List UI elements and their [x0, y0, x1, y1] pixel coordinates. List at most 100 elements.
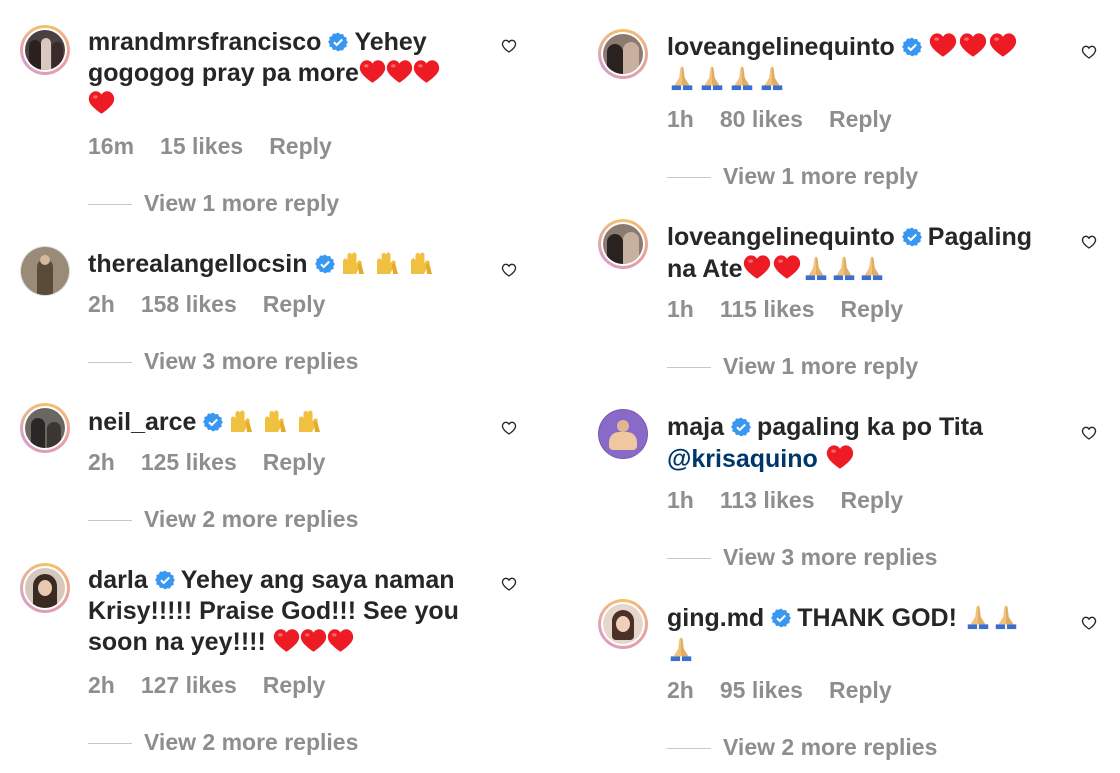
reply-button[interactable]: Reply — [829, 677, 892, 703]
like-heart-icon[interactable] — [501, 38, 517, 54]
view-replies-link[interactable]: View 1 more reply — [88, 190, 339, 217]
verified-badge-icon — [731, 417, 751, 437]
like-heart-icon[interactable] — [501, 576, 517, 592]
replies-divider — [88, 204, 132, 206]
comment-time: 2h — [667, 677, 694, 703]
comment-likes[interactable]: 80 likes — [720, 106, 803, 132]
reply-button[interactable]: Reply — [269, 133, 332, 159]
praying-hands-emoji — [697, 63, 727, 91]
comment-body: pagaling ka po Tita — [756, 413, 983, 441]
comment-username[interactable]: therealangellocsin — [88, 250, 308, 278]
verified-badge-icon — [328, 32, 348, 52]
reply-button[interactable]: Reply — [263, 291, 326, 317]
avatar[interactable] — [20, 563, 70, 613]
view-replies-label: View 1 more reply — [723, 163, 919, 189]
verified-badge-icon — [155, 570, 175, 590]
red-heart-emoji — [742, 253, 772, 281]
comment-time: 2h — [88, 449, 115, 475]
replies-divider — [667, 177, 711, 179]
comment-meta: 2h 158 likes Reply — [88, 291, 351, 318]
comment-likes[interactable]: 127 likes — [141, 672, 237, 698]
avatar[interactable] — [598, 409, 648, 459]
praying-hands-emoji — [964, 602, 992, 630]
comment-username[interactable]: mrandmrsfrancisco — [88, 28, 321, 56]
comment-time: 2h — [88, 672, 115, 698]
raising-hands-emoji — [263, 410, 297, 434]
red-heart-emoji — [988, 31, 1018, 59]
avatar[interactable] — [598, 29, 648, 79]
view-replies-label: View 1 more reply — [144, 190, 340, 216]
reply-button[interactable]: Reply — [829, 106, 892, 132]
reply-button[interactable]: Reply — [841, 487, 904, 513]
view-replies-link[interactable]: View 3 more replies — [667, 544, 937, 571]
comment-body: THANK GOD! — [797, 604, 957, 632]
replies-divider — [667, 748, 711, 750]
comment-username[interactable]: ging.md — [667, 604, 764, 632]
comment-text: therealangellocsin — [88, 249, 508, 280]
avatar[interactable] — [20, 403, 70, 453]
reply-button[interactable]: Reply — [841, 296, 904, 322]
mention-link[interactable]: @krisaquino — [667, 445, 818, 473]
comment-username[interactable]: loveangelinequinto — [667, 223, 895, 251]
raising-hands-emoji — [229, 410, 263, 434]
red-heart-emoji — [273, 627, 300, 654]
reply-button[interactable]: Reply — [263, 449, 326, 475]
comment-meta: 1h 113 likes Reply — [667, 487, 929, 514]
like-heart-icon[interactable] — [1081, 234, 1097, 250]
praying-hands-emoji — [830, 253, 858, 281]
comment-username[interactable]: darla — [88, 566, 148, 594]
verified-badge-icon — [315, 254, 335, 274]
view-replies-label: View 3 more replies — [144, 348, 359, 374]
view-replies-link[interactable]: View 2 more replies — [667, 734, 937, 761]
like-heart-icon[interactable] — [1081, 425, 1097, 441]
praying-hands-emoji — [667, 634, 695, 662]
comment-meta: 16m 15 likes Reply — [88, 133, 358, 160]
red-heart-emoji — [300, 627, 327, 654]
comment-time: 1h — [667, 296, 694, 322]
comment-username[interactable]: neil_arce — [88, 408, 196, 436]
comment-meta: 1h 80 likes Reply — [667, 106, 918, 133]
comment-likes[interactable]: 125 likes — [141, 449, 237, 475]
view-replies-link[interactable]: View 1 more reply — [667, 163, 918, 190]
comment-likes[interactable]: 158 likes — [141, 291, 237, 317]
like-heart-icon[interactable] — [501, 420, 517, 436]
avatar[interactable] — [598, 599, 648, 649]
replies-divider — [88, 520, 132, 522]
reply-button[interactable]: Reply — [263, 672, 326, 698]
comment-meta: 2h 127 likes Reply — [88, 672, 351, 699]
comment-username[interactable]: maja — [667, 413, 724, 441]
view-replies-link[interactable]: View 1 more reply — [667, 353, 918, 380]
praying-hands-emoji — [727, 63, 757, 91]
like-heart-icon[interactable] — [501, 262, 517, 278]
comment-likes[interactable]: 115 likes — [720, 296, 815, 322]
view-replies-link[interactable]: View 2 more replies — [88, 506, 358, 533]
comment-text: loveangelinequinto — [667, 31, 1067, 95]
like-heart-icon[interactable] — [1081, 615, 1097, 631]
avatar[interactable] — [598, 219, 648, 269]
comment-likes[interactable]: 15 likes — [160, 133, 243, 159]
raising-hands-emoji — [297, 410, 331, 434]
red-heart-emoji — [772, 253, 802, 281]
comment-likes[interactable]: 113 likes — [720, 487, 815, 513]
avatar[interactable] — [20, 246, 70, 296]
like-heart-icon[interactable] — [1081, 44, 1097, 60]
view-replies-label: View 2 more replies — [723, 734, 938, 760]
comment-username[interactable]: loveangelinequinto — [667, 33, 895, 61]
comment-text: maja pagaling ka po Tita @krisaquino — [667, 412, 1067, 475]
comment-meta: 2h 125 likes Reply — [88, 449, 351, 476]
replies-divider — [667, 367, 711, 369]
red-heart-emoji — [386, 58, 413, 85]
comment-text: loveangelinequinto Pagaling na Ate — [667, 222, 1067, 285]
raising-hands-emoji — [341, 252, 375, 276]
praying-hands-emoji — [992, 602, 1020, 630]
replies-divider — [667, 558, 711, 560]
avatar[interactable] — [20, 25, 70, 75]
comment-likes[interactable]: 95 likes — [720, 677, 803, 703]
red-heart-emoji — [928, 31, 958, 59]
view-replies-label: View 2 more replies — [144, 729, 359, 755]
replies-divider — [88, 362, 132, 364]
red-heart-emoji — [958, 31, 988, 59]
comment-meta: 1h 115 likes Reply — [667, 296, 929, 323]
view-replies-link[interactable]: View 3 more replies — [88, 348, 358, 375]
view-replies-link[interactable]: View 2 more replies — [88, 729, 358, 756]
